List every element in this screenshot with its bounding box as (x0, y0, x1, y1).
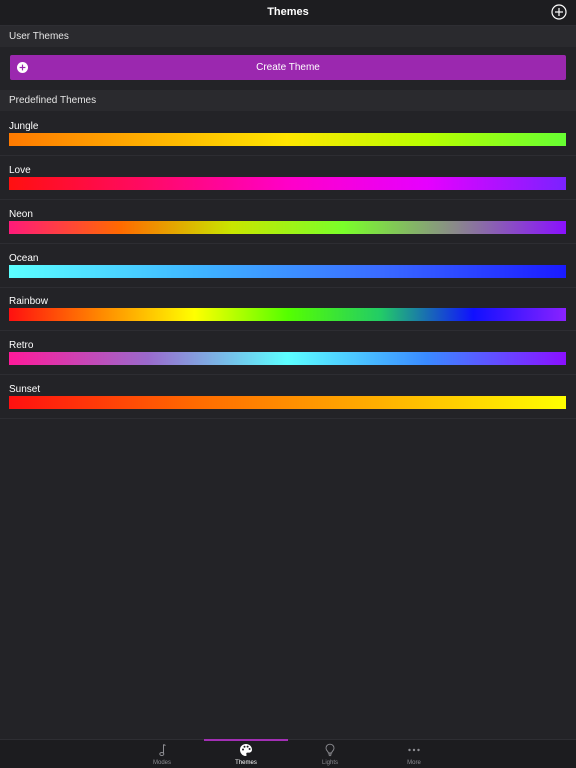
tab-lights[interactable]: Lights (288, 740, 372, 768)
theme-name: Ocean (9, 253, 39, 264)
theme-gradient-bar (9, 265, 566, 278)
plus-circle-icon[interactable] (551, 4, 567, 20)
theme-row-love[interactable]: Love (0, 156, 576, 200)
tab-label: More (407, 760, 421, 766)
tab-label: Themes (235, 760, 257, 766)
theme-row-ocean[interactable]: Ocean (0, 244, 576, 288)
theme-name: Neon (9, 209, 33, 220)
create-theme-button[interactable]: Create Theme (10, 55, 566, 80)
lightbulb-icon (325, 743, 335, 757)
theme-row-retro[interactable]: Retro (0, 331, 576, 375)
theme-gradient-bar (9, 177, 566, 190)
theme-name: Retro (9, 340, 34, 351)
theme-row-jungle[interactable]: Jungle (0, 112, 576, 156)
theme-gradient-bar (9, 133, 566, 146)
theme-row-rainbow[interactable]: Rainbow (0, 287, 576, 331)
theme-gradient-bar (9, 308, 566, 321)
theme-name: Rainbow (9, 296, 48, 307)
theme-name: Love (9, 165, 31, 176)
tab-label: Modes (152, 760, 171, 766)
predefined-themes-section-header: Predefined Themes (0, 90, 576, 111)
create-theme-row: Create Theme (0, 47, 576, 89)
theme-gradient-bar (9, 221, 566, 234)
page-title: Themes (267, 6, 309, 18)
theme-gradient-bar (9, 352, 566, 365)
predefined-themes-header-label: Predefined Themes (9, 95, 97, 106)
navigation-bar: Themes (0, 0, 576, 26)
tab-bar: Modes Themes Lights More (0, 739, 576, 768)
tab-more[interactable]: More (372, 740, 456, 768)
tab-label: Lights (321, 760, 338, 766)
user-themes-header-label: User Themes (9, 31, 69, 42)
theme-row-sunset[interactable]: Sunset (0, 375, 576, 419)
user-themes-section-header: User Themes (0, 26, 576, 47)
theme-row-neon[interactable]: Neon (0, 200, 576, 244)
create-theme-label: Create Theme (256, 62, 320, 73)
palette-icon (240, 744, 252, 756)
active-tab-indicator (204, 739, 288, 741)
theme-name: Jungle (9, 121, 39, 132)
tab-themes[interactable]: Themes (204, 739, 288, 768)
theme-name: Sunset (9, 384, 41, 395)
app-window: Themes User Themes Create Theme Predefin… (0, 0, 576, 768)
music-note-icon (159, 744, 166, 756)
tab-modes[interactable]: Modes (120, 740, 204, 768)
more-dots-icon (408, 748, 420, 752)
theme-gradient-bar (9, 396, 566, 409)
